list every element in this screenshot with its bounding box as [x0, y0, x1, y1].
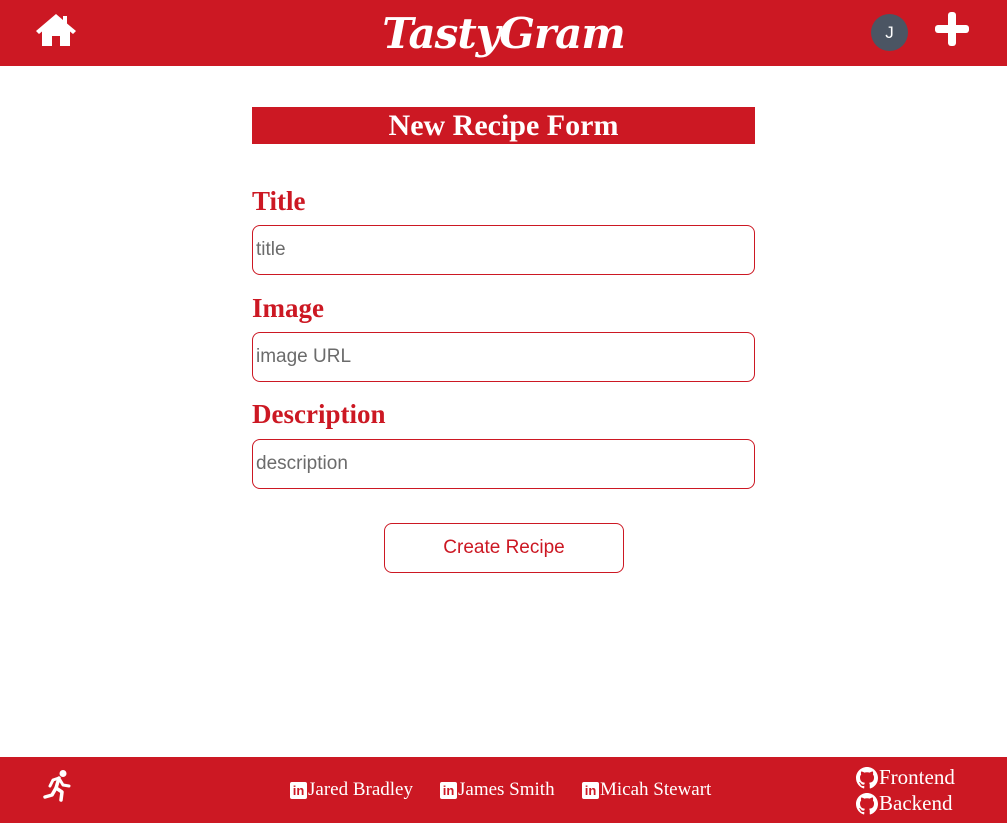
home-button[interactable]: [34, 10, 78, 50]
repo-label: Frontend: [879, 765, 955, 789]
add-recipe-button[interactable]: [934, 11, 970, 47]
repo-label: Backend: [879, 791, 953, 815]
plus-icon: [935, 12, 969, 46]
github-icon: [856, 766, 878, 788]
linkedin-icon: in: [290, 781, 307, 799]
image-label: Image: [252, 293, 324, 323]
linkedin-icon: in: [582, 781, 599, 799]
footer-bar: in Jared Bradley in James Smith in Micah…: [0, 757, 1007, 823]
credit-link-micah-stewart[interactable]: in Micah Stewart: [582, 779, 711, 801]
image-url-input[interactable]: [252, 332, 755, 382]
home-icon: [36, 14, 76, 46]
credit-link-jared-bradley[interactable]: in Jared Bradley: [290, 779, 413, 801]
runner-button[interactable]: [42, 769, 76, 803]
credit-link-james-smith[interactable]: in James Smith: [440, 779, 555, 801]
credit-name: Jared Bradley: [308, 779, 413, 800]
running-person-icon: [43, 770, 71, 802]
description-input[interactable]: [252, 439, 755, 489]
form-heading: New Recipe Form: [252, 107, 755, 144]
top-nav-bar: TastyGram J: [0, 0, 1007, 66]
title-input[interactable]: [252, 225, 755, 275]
user-avatar[interactable]: J: [871, 14, 908, 51]
credit-name: James Smith: [458, 779, 555, 800]
credit-name: Micah Stewart: [600, 779, 712, 800]
brand-logo: TastyGram: [382, 9, 626, 58]
description-label: Description: [252, 399, 386, 429]
backend-repo-link[interactable]: Backend: [856, 791, 952, 816]
title-label: Title: [252, 186, 306, 216]
linkedin-icon: in: [440, 781, 457, 799]
create-recipe-button[interactable]: Create Recipe: [384, 523, 624, 573]
github-icon: [856, 792, 878, 814]
frontend-repo-link[interactable]: Frontend: [856, 765, 955, 790]
